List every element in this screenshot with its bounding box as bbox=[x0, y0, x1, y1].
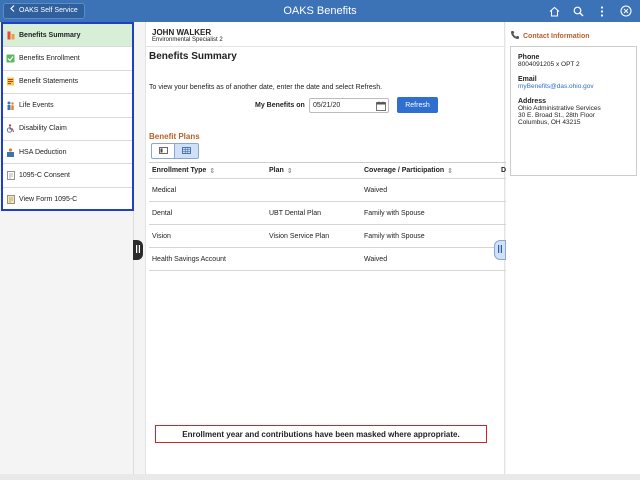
navbar-icon[interactable] bbox=[620, 5, 632, 17]
cell-enrollment-type: Medical bbox=[152, 186, 177, 194]
phone-value: 8004091205 x OPT 2 bbox=[518, 61, 580, 68]
enrollment-icon bbox=[6, 54, 15, 64]
hsa-icon bbox=[6, 147, 15, 157]
list-view-icon bbox=[158, 146, 168, 156]
benefit-plans-title: Benefit Plans bbox=[149, 132, 200, 141]
nav-item-benefit-statements[interactable]: Benefit Statements bbox=[3, 71, 132, 95]
date-label: My Benefits on bbox=[255, 102, 305, 109]
instruction-text: To view your benefits as of another date… bbox=[149, 84, 383, 91]
refresh-button[interactable]: Refresh bbox=[397, 97, 438, 113]
list-view-button[interactable] bbox=[151, 143, 175, 159]
chevron-left-icon bbox=[10, 4, 15, 18]
contact-header: Contact Information bbox=[510, 30, 590, 42]
right-panel-collapse-handle[interactable] bbox=[494, 240, 506, 260]
column-header-coverage[interactable]: Coverage / Participation ⇕ bbox=[364, 163, 453, 178]
grid-view-icon bbox=[182, 146, 191, 156]
masking-note: Enrollment year and contributions have b… bbox=[155, 425, 487, 443]
consent-icon bbox=[6, 171, 15, 181]
pause-bars-icon bbox=[498, 245, 502, 255]
life-events-icon bbox=[6, 100, 15, 110]
nav-item-hsa-deduction[interactable]: HSA Deduction bbox=[3, 141, 132, 165]
nav-item-view-form-1095c[interactable]: View Form 1095-C bbox=[3, 188, 132, 211]
sort-icon: ⇕ bbox=[447, 167, 454, 175]
home-icon[interactable] bbox=[548, 5, 560, 17]
statements-icon bbox=[6, 77, 15, 87]
table-row[interactable]: Health Savings Account Waived bbox=[149, 248, 506, 271]
back-button-label: OAKS Self Service bbox=[19, 7, 78, 14]
contact-panel: Contact Information Phone 8004091205 x O… bbox=[506, 22, 640, 480]
pause-bars-icon bbox=[136, 245, 140, 255]
address-label: Address bbox=[518, 98, 547, 105]
address-line: Ohio Administrative Services bbox=[518, 105, 601, 112]
email-link[interactable]: myBenefits@das.ohio.gov bbox=[518, 83, 629, 90]
footer-bar bbox=[0, 474, 640, 480]
cell-plan: UBT Dental Plan bbox=[269, 209, 322, 217]
date-value: 05/21/20 bbox=[313, 102, 341, 109]
view-toggle bbox=[151, 143, 199, 159]
benefits-summary-icon bbox=[6, 30, 15, 40]
cell-enrollment-type: Vision bbox=[152, 232, 171, 240]
grid-header-row: Enrollment Type ⇕ Plan ⇕ Coverage / Partic… bbox=[149, 163, 506, 179]
more-icon[interactable] bbox=[596, 5, 608, 17]
phone-icon bbox=[510, 30, 520, 42]
nav-item-benefits-enrollment[interactable]: Benefits Enrollment bbox=[3, 47, 132, 71]
grid-view-button[interactable] bbox=[175, 143, 199, 159]
calendar-icon[interactable] bbox=[376, 101, 386, 111]
disability-icon bbox=[6, 124, 15, 134]
page-title: Benefits Summary bbox=[149, 51, 237, 62]
table-row[interactable]: Vision Vision Service Plan Family with S… bbox=[149, 225, 506, 248]
table-row[interactable]: Medical Waived bbox=[149, 179, 506, 202]
email-label: Email bbox=[518, 76, 537, 83]
left-panel-collapse-handle[interactable] bbox=[133, 240, 143, 260]
sort-icon: ⇕ bbox=[209, 167, 216, 175]
top-banner: OAKS Self Service OAKS Benefits bbox=[0, 0, 640, 22]
cell-coverage: Waived bbox=[364, 255, 388, 263]
employee-name: JOHN WALKER bbox=[152, 28, 212, 37]
nav-item-disability-claim[interactable]: Disability Claim bbox=[3, 118, 132, 141]
nav-list: Benefits Summary Benefits Enrollment Ben… bbox=[1, 22, 134, 211]
column-header-plan[interactable]: Plan ⇕ bbox=[269, 163, 293, 178]
back-button[interactable]: OAKS Self Service bbox=[3, 3, 85, 19]
contact-details: Phone 8004091205 x OPT 2 Email myBenefit… bbox=[510, 46, 637, 176]
cell-coverage: Family with Spouse bbox=[364, 232, 425, 240]
header-divider bbox=[146, 46, 504, 47]
cell-coverage: Family with Spouse bbox=[364, 209, 425, 217]
nav-item-1095c-consent[interactable]: 1095-C Consent bbox=[3, 164, 132, 188]
search-icon[interactable] bbox=[572, 5, 584, 17]
phone-label: Phone bbox=[518, 54, 540, 61]
cell-enrollment-type: Health Savings Account bbox=[152, 255, 226, 263]
cell-coverage: Waived bbox=[364, 186, 388, 194]
sort-icon: ⇕ bbox=[286, 167, 293, 175]
employee-title: Environmental Specialist 2 bbox=[152, 37, 223, 43]
banner-actions bbox=[548, 0, 632, 22]
app-title: OAKS Benefits bbox=[283, 5, 357, 17]
column-header-enrollment-type[interactable]: Enrollment Type ⇕ bbox=[152, 163, 215, 178]
benefit-plans-grid: Enrollment Type ⇕ Plan ⇕ Coverage / Partic… bbox=[149, 162, 506, 271]
table-row[interactable]: Dental UBT Dental Plan Family with Spous… bbox=[149, 202, 506, 225]
cell-enrollment-type: Dental bbox=[152, 209, 173, 217]
main-content: JOHN WALKER Environmental Specialist 2 B… bbox=[145, 22, 506, 480]
nav-item-benefits-summary[interactable]: Benefits Summary bbox=[3, 24, 132, 48]
benefits-date-input[interactable]: 05/21/20 bbox=[309, 98, 389, 113]
form-icon bbox=[6, 194, 15, 204]
cell-plan: Vision Service Plan bbox=[269, 232, 330, 240]
nav-item-life-events[interactable]: Life Events bbox=[3, 94, 132, 118]
address-line: Columbus, OH 43215 bbox=[518, 119, 581, 126]
left-navigation: Benefits Summary Benefits Enrollment Ben… bbox=[0, 22, 134, 480]
address-line: 30 E. Broad St., 28th Floor bbox=[518, 112, 595, 119]
